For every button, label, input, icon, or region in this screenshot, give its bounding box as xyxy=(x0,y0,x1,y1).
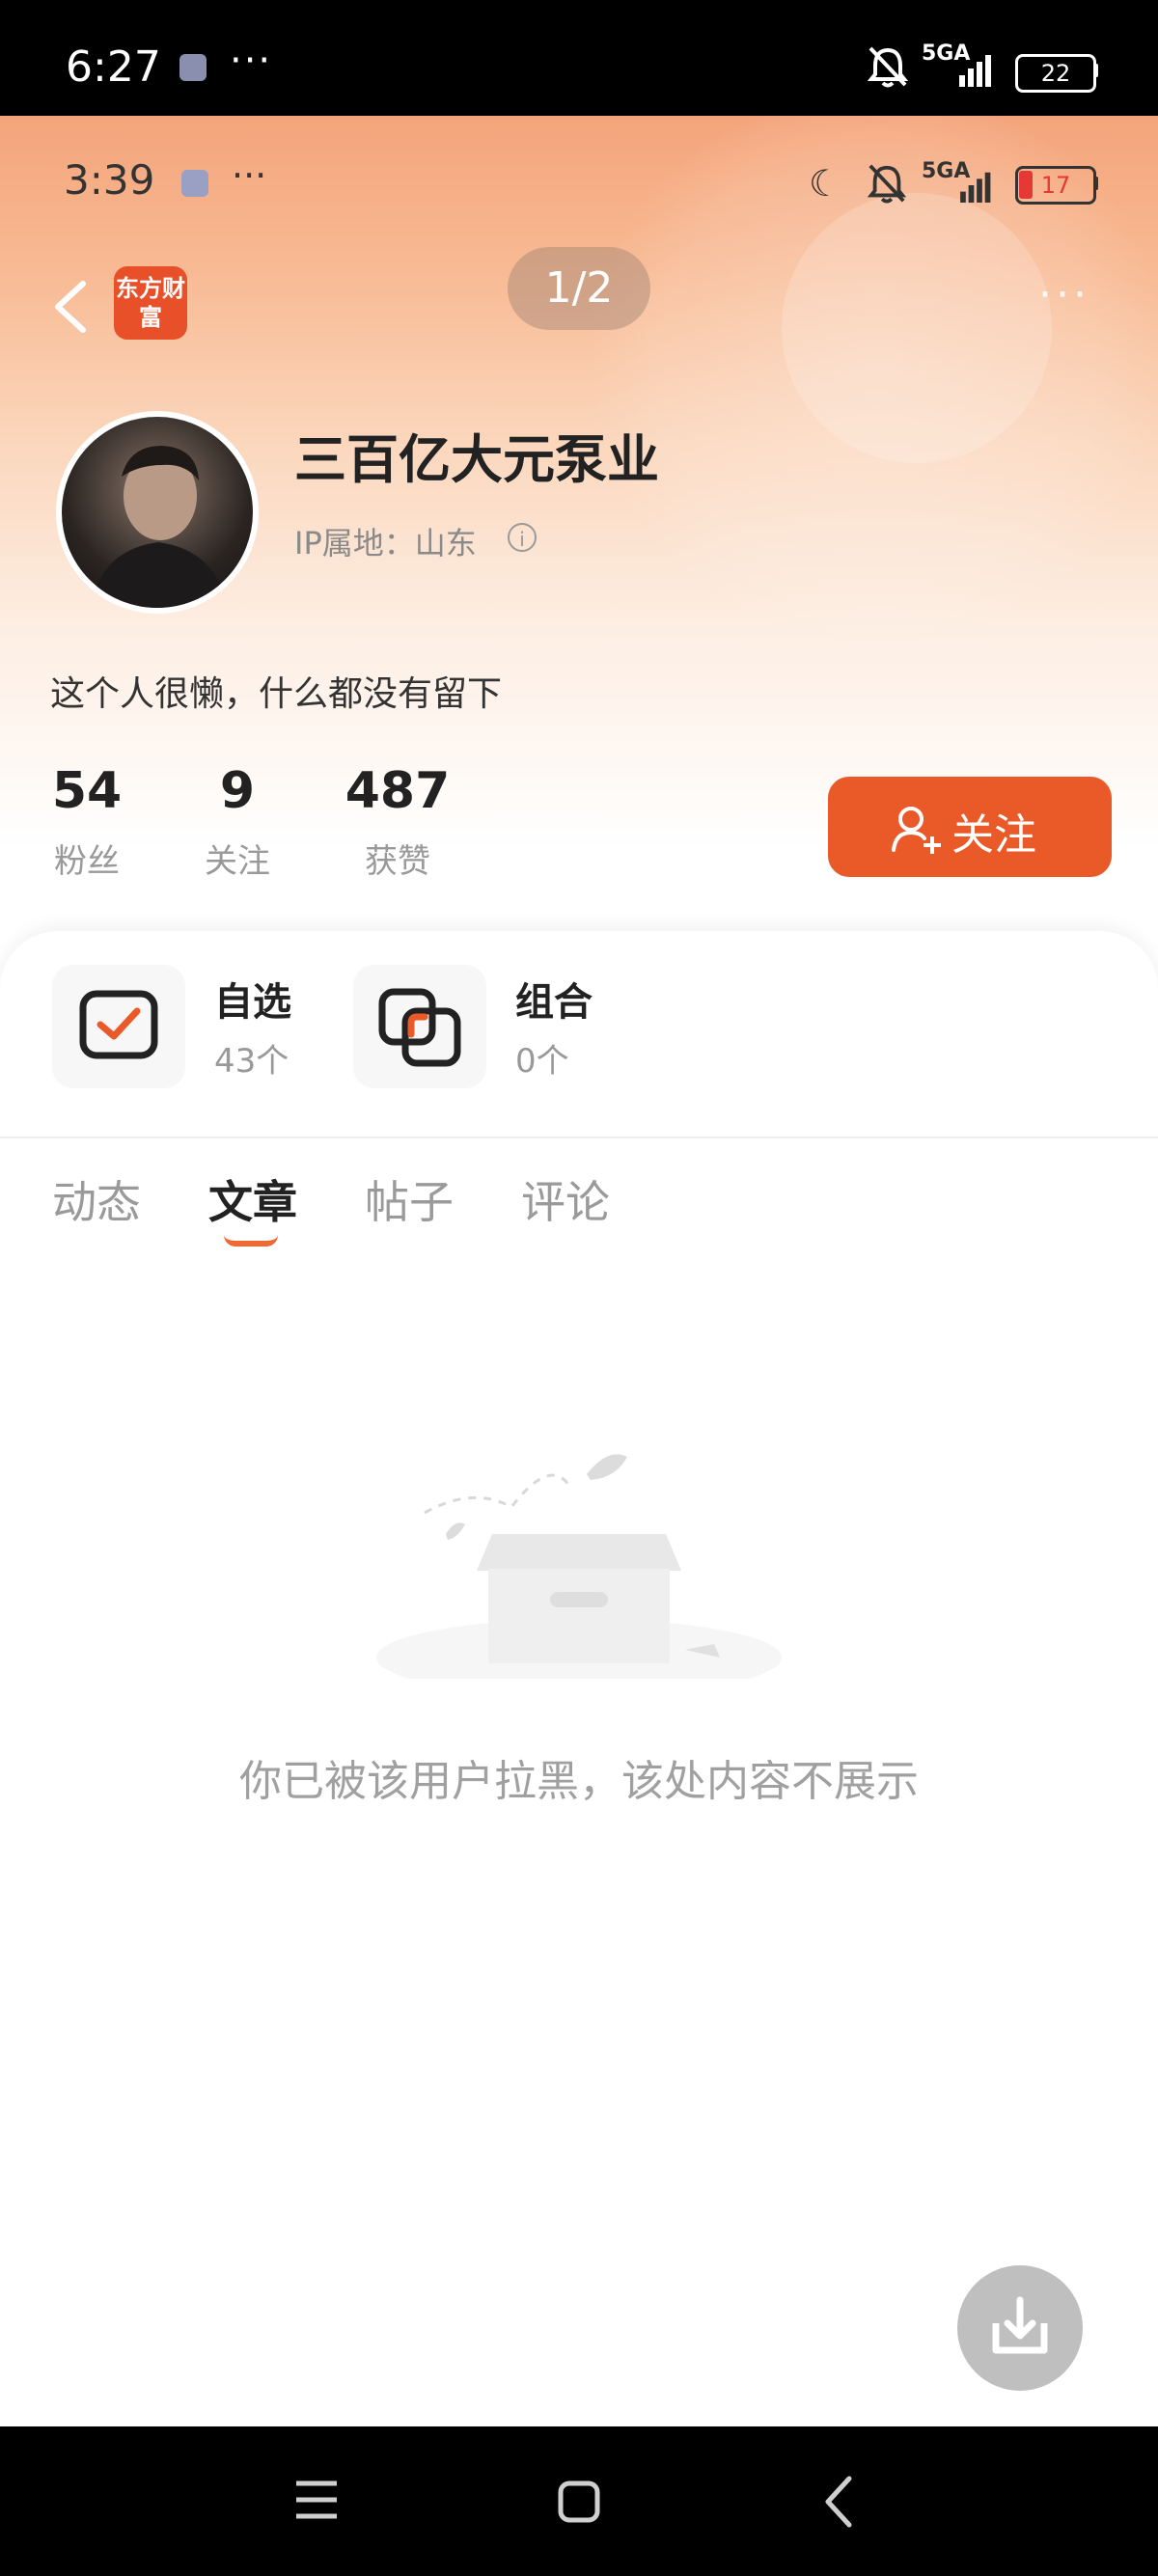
avatar[interactable] xyxy=(56,411,259,614)
username: 三百亿大元泵业 xyxy=(294,429,659,490)
battery-tip xyxy=(1093,177,1098,190)
portfolio-count: 0个 xyxy=(515,1042,569,1081)
more-button[interactable]: ··· xyxy=(1038,270,1090,319)
battery-icon: 17 xyxy=(1015,166,1096,205)
download-icon xyxy=(992,2296,1048,2354)
info-icon[interactable]: i xyxy=(508,523,537,552)
empty-state-message: 你已被该用户拉黑，该处内容不展示 xyxy=(239,1757,919,1806)
empty-box-illustration xyxy=(376,1454,782,1679)
active-tab-indicator xyxy=(224,1235,278,1247)
outer-status-more: ··· xyxy=(230,39,273,83)
bio-text: 这个人很懒，什么都没有留下 xyxy=(50,674,503,714)
ip-location: IP属地：山东 xyxy=(294,525,477,562)
back-icon[interactable] xyxy=(41,268,98,345)
download-button[interactable] xyxy=(957,2265,1083,2391)
moon-icon: ☾ xyxy=(809,162,842,205)
signal-icon xyxy=(960,172,991,203)
battery-icon: 22 xyxy=(1015,54,1096,93)
app-screen: 3:39 ··· ☾ 5GA 17 东方财富 1/2 ··· 三百亿大元泵业 I… xyxy=(0,116,1158,2426)
page-indicator: 1/2 xyxy=(508,247,650,330)
follow-label: 关注 xyxy=(951,810,1036,860)
tab-dynamics[interactable]: 动态 xyxy=(52,1167,141,1231)
menu-icon[interactable] xyxy=(294,2480,339,2520)
notification-icon xyxy=(179,54,207,81)
mute-bell-icon xyxy=(867,164,907,204)
stat-likes-label: 获赞 xyxy=(365,842,430,881)
tab-articles[interactable]: 文章 xyxy=(208,1167,297,1231)
system-nav-bar xyxy=(0,2426,1158,2576)
avatar-portrait xyxy=(91,446,228,608)
stat-followers-count[interactable]: 54 xyxy=(39,762,135,820)
portfolio-icon xyxy=(378,988,461,1067)
watchlist-count: 43个 xyxy=(214,1042,290,1081)
watchlist-tile[interactable] xyxy=(52,965,185,1088)
outer-status-bar: 6:27 ··· 5GA 22 xyxy=(0,0,1158,116)
content-card xyxy=(0,931,1158,2426)
outer-status-time: 6:27 xyxy=(66,42,161,92)
portfolio-title[interactable]: 组合 xyxy=(515,971,593,1027)
stat-followers-label: 粉丝 xyxy=(54,842,120,881)
battery-tip xyxy=(1093,64,1098,77)
signal-icon xyxy=(959,55,991,87)
watchlist-icon xyxy=(79,990,158,1059)
follow-user-icon xyxy=(892,807,941,854)
watchlist-title[interactable]: 自选 xyxy=(214,971,291,1027)
portfolio-tile[interactable] xyxy=(353,965,486,1088)
mute-bell-icon xyxy=(867,46,909,88)
stat-following-count[interactable]: 9 xyxy=(189,762,286,820)
stat-likes-count: 487 xyxy=(345,762,451,820)
inner-status-more: ··· xyxy=(232,154,267,197)
app-logo: 东方财富 xyxy=(114,266,187,340)
stat-following-label: 关注 xyxy=(205,842,270,881)
tab-comments[interactable]: 评论 xyxy=(521,1167,610,1231)
tab-posts[interactable]: 帖子 xyxy=(365,1167,454,1231)
follow-button[interactable]: 关注 xyxy=(828,777,1112,877)
divider xyxy=(0,1137,1158,1138)
inner-status-time: 3:39 xyxy=(64,156,155,204)
notification-icon xyxy=(181,170,208,197)
nav-back-icon[interactable] xyxy=(822,2475,855,2529)
smile-decoration xyxy=(782,193,1052,463)
home-icon[interactable] xyxy=(558,2480,600,2523)
